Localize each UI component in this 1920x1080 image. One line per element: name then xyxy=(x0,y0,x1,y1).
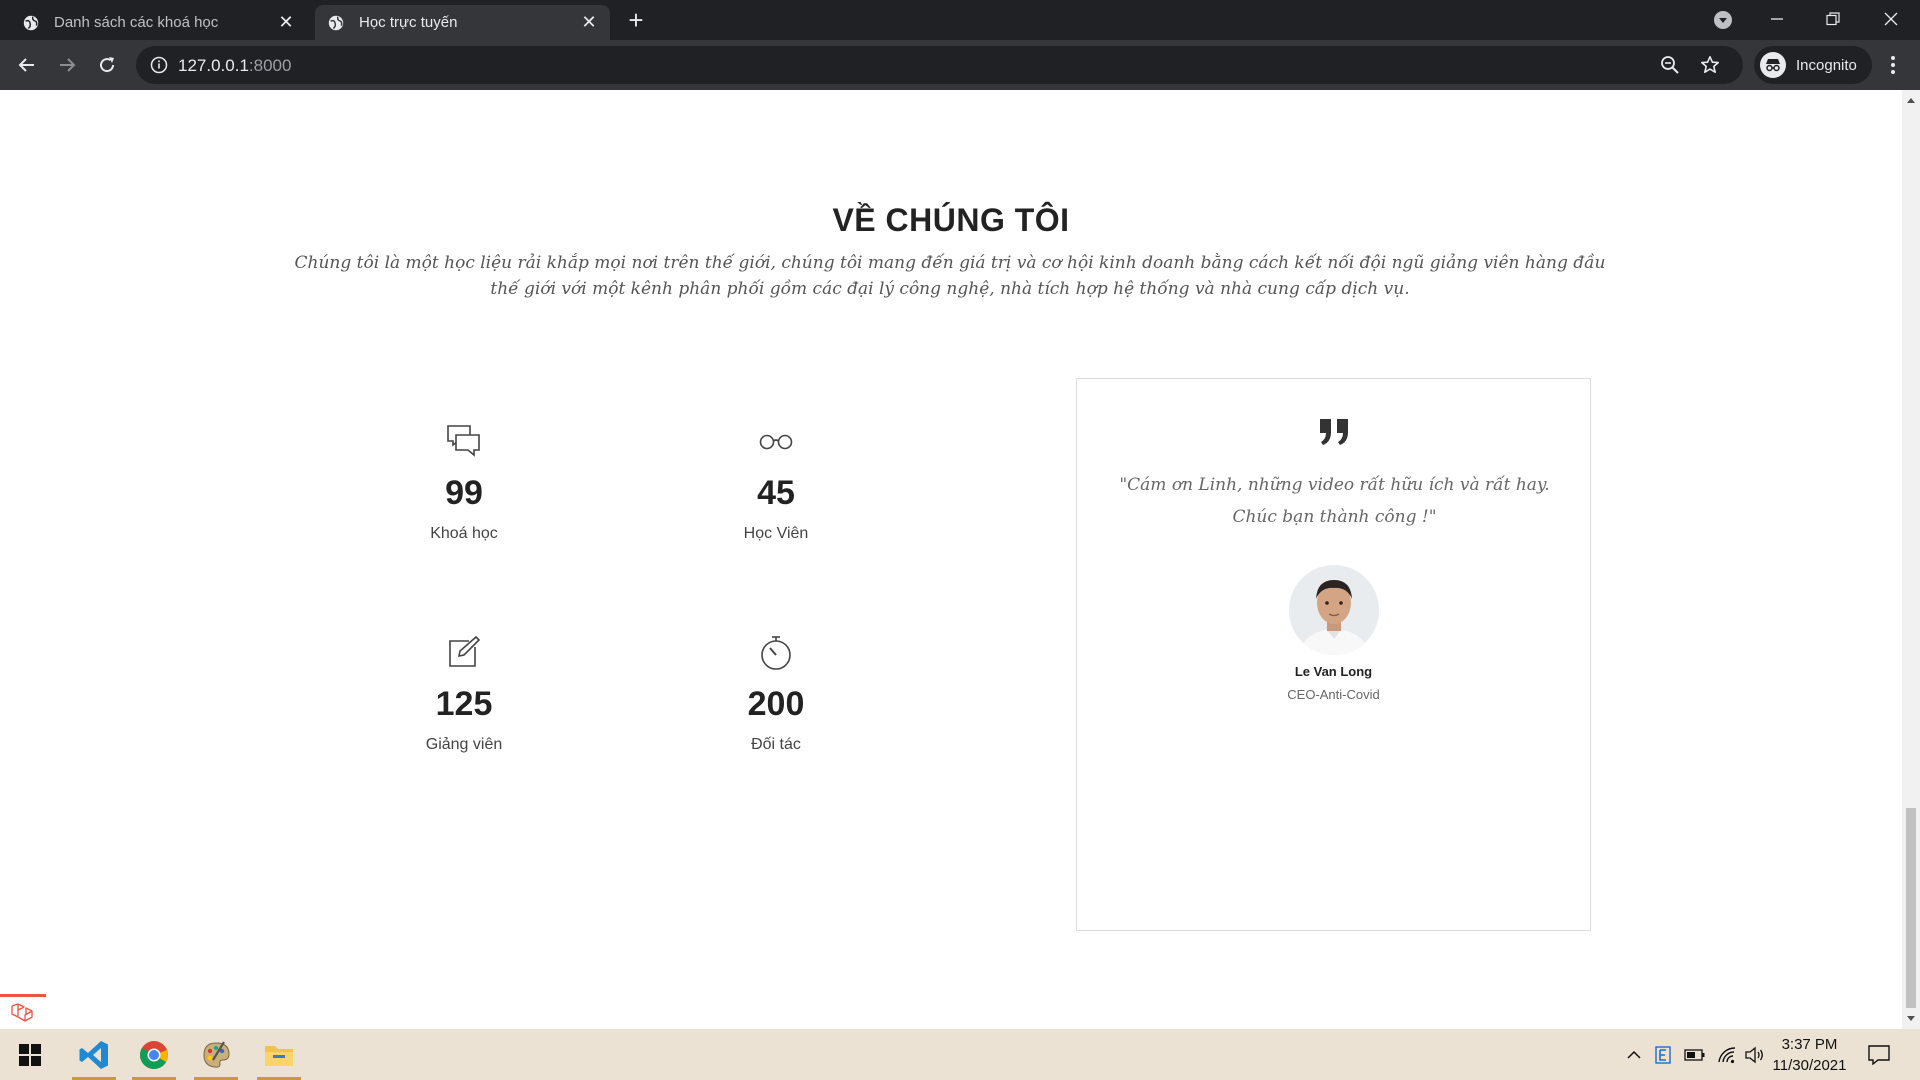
close-tab-icon[interactable]: ✕ xyxy=(580,12,598,32)
bookmark-star-icon[interactable] xyxy=(1700,55,1720,75)
laravel-logo-icon xyxy=(11,1002,33,1022)
scroll-up-arrow-icon[interactable] xyxy=(1907,98,1915,103)
clock-date: 11/30/2021 xyxy=(1772,1057,1847,1074)
quote-icon xyxy=(1319,419,1348,445)
url-text[interactable]: 127.0.0.1:8000 xyxy=(178,56,291,76)
url-port: :8000 xyxy=(248,56,292,75)
scrollbar-thumb[interactable] xyxy=(1906,808,1916,1008)
incognito-profile-button[interactable]: Incognito xyxy=(1754,46,1872,84)
browser-tab-bar: Danh sách các khoá học ✕ Học trực tuyến … xyxy=(0,0,1920,40)
close-tab-icon[interactable]: ✕ xyxy=(277,12,295,32)
laravel-debugbar-toggle[interactable] xyxy=(0,994,46,1030)
stat-partners: 200 Đối tác xyxy=(676,632,876,754)
notification-center-icon[interactable] xyxy=(1868,1044,1890,1066)
stopwatch-icon xyxy=(761,636,791,670)
stat-value: 125 xyxy=(435,685,493,723)
scroll-down-arrow-icon[interactable] xyxy=(1907,1016,1915,1021)
close-window-icon[interactable] xyxy=(1878,6,1904,32)
input-method-icon[interactable] xyxy=(1652,1044,1674,1066)
zoom-icon[interactable] xyxy=(1660,55,1680,75)
vscode-icon xyxy=(79,1040,108,1069)
back-button[interactable] xyxy=(14,52,40,78)
arrow-left-icon xyxy=(18,58,34,72)
battery-icon[interactable] xyxy=(1684,1044,1706,1066)
testimonial-quote: "Cám ơn Linh, những video rất hữu ích và… xyxy=(1119,475,1550,527)
testimonial-role: CEO-Anti-Covid xyxy=(1287,687,1380,702)
tab-online-learning[interactable]: Học trực tuyến ✕ xyxy=(315,5,610,40)
stat-value: 99 xyxy=(445,474,483,512)
show-hidden-icons-chevron-icon[interactable] xyxy=(1623,1044,1645,1066)
minimize-icon[interactable] xyxy=(1764,6,1790,32)
more-vert-icon xyxy=(1891,56,1895,74)
page-scrollbar[interactable] xyxy=(1902,90,1920,1029)
chat-bubbles-icon xyxy=(447,425,480,457)
reload-icon xyxy=(100,57,115,73)
forward-button[interactable] xyxy=(54,52,80,78)
avatar xyxy=(1289,565,1379,655)
stat-students: 45 Học Viên xyxy=(676,421,876,543)
stat-label: Đối tác xyxy=(751,736,801,753)
wifi-icon[interactable] xyxy=(1716,1044,1738,1066)
profile-label: Incognito xyxy=(1796,56,1857,74)
tab-course-list[interactable]: Danh sách các khoá học ✕ xyxy=(10,5,307,40)
start-button[interactable] xyxy=(4,1029,56,1080)
info-icon[interactable] xyxy=(150,56,168,74)
taskbar-file-explorer[interactable] xyxy=(253,1029,305,1080)
stat-teachers: 125 Giảng viên xyxy=(364,632,564,754)
windows-taskbar: 3:37 PM 11/30/2021 xyxy=(0,1029,1920,1080)
stat-label: Khoá học xyxy=(430,525,498,542)
paint-palette-icon xyxy=(203,1040,230,1068)
clock-time: 3:37 PM xyxy=(1781,1036,1838,1053)
tab-title: Danh sách các khoá học xyxy=(54,14,219,31)
page-content: VỀ CHÚNG TÔI Chúng tôi là một học liệu r… xyxy=(0,90,1902,1030)
tab-search-icon[interactable] xyxy=(1713,10,1733,30)
globe-icon xyxy=(23,15,39,30)
incognito-icon xyxy=(1760,52,1786,78)
address-bar[interactable]: 127.0.0.1:8000 xyxy=(136,46,1743,84)
glasses-icon xyxy=(759,434,793,450)
taskbar-clock[interactable]: 3:37 PM 11/30/2021 xyxy=(1762,1034,1857,1076)
reload-button[interactable] xyxy=(94,52,120,78)
edit-icon xyxy=(449,635,481,667)
taskbar-chrome[interactable] xyxy=(128,1029,180,1080)
browser-toolbar: 127.0.0.1:8000 Incognito xyxy=(0,40,1920,90)
stat-label: Học Viên xyxy=(743,525,809,542)
arrow-right-icon xyxy=(60,58,76,72)
testimonial-author: Le Van Long xyxy=(1294,664,1373,679)
taskbar-vscode[interactable] xyxy=(68,1029,120,1080)
chrome-icon xyxy=(140,1040,168,1069)
windows-logo-icon xyxy=(19,1043,41,1066)
stat-value: 200 xyxy=(747,685,805,723)
globe-icon xyxy=(328,15,344,30)
taskbar-paint[interactable] xyxy=(190,1029,242,1080)
stat-label: Giảng viên xyxy=(425,736,503,753)
stat-courses: 99 Khoá học xyxy=(364,421,564,543)
about-title: VỀ CHÚNG TÔI xyxy=(832,202,1070,238)
folder-icon xyxy=(265,1045,293,1066)
url-host: 127.0.0.1 xyxy=(178,56,249,75)
stat-value: 45 xyxy=(757,474,795,512)
about-description: Chúng tôi là một học liệu rải khắp mọi n… xyxy=(294,253,1606,299)
tab-title: Học trực tuyến xyxy=(359,14,458,31)
testimonial-card: "Cám ơn Linh, những video rất hữu ích và… xyxy=(1076,378,1591,931)
browser-menu-button[interactable] xyxy=(1880,52,1906,78)
restore-icon[interactable] xyxy=(1820,6,1846,32)
new-tab-button[interactable]: + xyxy=(624,7,648,33)
